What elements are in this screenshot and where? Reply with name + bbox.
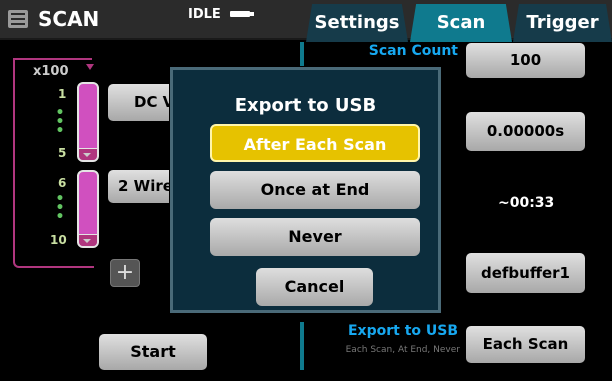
scan-count-button[interactable]: 100 [466, 43, 585, 78]
arrow-down-icon [86, 64, 94, 74]
screen-title: SCAN [38, 7, 100, 31]
vertical-dots-icon: • • • [55, 105, 65, 139]
export-usb-button[interactable]: Each Scan [466, 326, 585, 363]
channel-group-1-slider[interactable] [77, 82, 99, 162]
scan-interval-button[interactable]: 0.00000s [466, 112, 585, 151]
status-text: IDLE [188, 7, 221, 22]
channel-start-2: 6 [58, 176, 67, 190]
start-button[interactable]: Start [99, 334, 207, 370]
tab-settings[interactable]: Settings [306, 4, 408, 42]
export-usb-dialog: Export to USB After Each Scan Once at En… [170, 67, 441, 313]
cancel-button[interactable]: Cancel [256, 268, 373, 306]
channel-group-2-slider[interactable] [77, 170, 99, 248]
settings-divider [300, 322, 304, 370]
vertical-dots-icon: • • • [55, 191, 65, 225]
channel-end-1: 5 [58, 146, 67, 160]
tab-trigger[interactable]: Trigger [513, 4, 612, 42]
scan-duration-value: ~00:33 [498, 195, 555, 211]
option-never[interactable]: Never [210, 218, 420, 256]
scan-count-label: Scan Count [368, 43, 458, 59]
buffer-button[interactable]: defbuffer1 [466, 253, 585, 293]
usb-icon [230, 11, 254, 17]
dialog-title: Export to USB [234, 95, 377, 116]
card-multiplier-label: x100 [33, 64, 69, 79]
top-bar: SCAN IDLE Settings Scan Trigger [0, 0, 612, 42]
menu-icon[interactable] [8, 10, 28, 28]
channel-start-1: 1 [58, 87, 67, 101]
add-channel-button[interactable]: + [110, 259, 140, 287]
option-once-at-end[interactable]: Once at End [210, 171, 420, 209]
tab-scan[interactable]: Scan [410, 4, 512, 42]
channel-end-2: 10 [50, 233, 67, 247]
export-usb-options-hint: Each Scan, At End, Never [345, 345, 460, 355]
option-after-each-scan[interactable]: After Each Scan [210, 124, 420, 162]
export-usb-label: Export to USB [347, 323, 458, 339]
